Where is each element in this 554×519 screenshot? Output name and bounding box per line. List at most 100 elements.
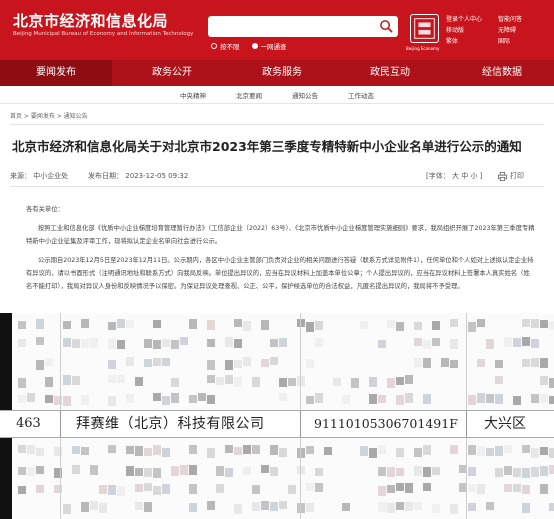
mosaic-block [342,395,350,404]
mosaic-block [459,465,467,473]
mosaic-block [18,467,26,475]
quick-link-accessibility[interactable]: 无障碍 [498,25,522,36]
mosaic-block [513,468,521,477]
mosaic-block [432,467,440,475]
mosaic-block [405,502,413,511]
radio-checked-icon [251,43,258,49]
quick-link-qa[interactable]: 智能问答 [498,14,522,25]
mosaic-block [99,485,107,494]
mosaic-block [144,359,152,367]
sub-nav-item[interactable]: 工作动态 [348,90,374,100]
mosaic-block [378,395,386,403]
mosaic-block [315,321,323,330]
mosaic-block [144,339,152,348]
mosaic-block [387,485,395,493]
nav-item-services[interactable]: 政务服务 [232,60,332,86]
mosaic-block [531,339,539,348]
mosaic-block [153,445,161,455]
site-title[interactable]: 北京市经济和信息化局 [13,10,168,31]
mosaic-block [234,377,242,387]
mosaic-block [18,486,26,494]
mosaic-block [279,501,287,509]
mosaic-block [18,321,26,329]
search-scope: 按不限 一网通查 [211,41,287,51]
mosaic-block [315,393,323,403]
mosaic-block [63,396,71,406]
mosaic-block [495,394,503,404]
mosaic-block [414,502,422,510]
mosaic-block [198,393,206,401]
mosaic-block [405,483,413,493]
mosaic-block [441,358,449,367]
mosaic-block [63,375,71,385]
nav-item-data[interactable]: 经信数据 [452,60,552,86]
mosaic-block [144,468,152,477]
mosaic-block [162,484,170,494]
mosaic-block [90,501,98,510]
mosaic-block [522,485,530,494]
mosaic-block [369,448,377,458]
mosaic-block [396,502,404,510]
breadcrumb[interactable]: 首页 > 要闻发布 > 通知公告 [10,111,88,120]
mosaic-block [288,485,296,494]
nav-item-interaction[interactable]: 政民互动 [340,60,440,86]
mosaic-block [144,483,152,491]
quick-link-international[interactable]: 国际 [498,36,522,47]
mosaic-block [531,394,539,403]
cell-divider [60,411,61,437]
scope-option-unified[interactable]: 一网通查 [251,41,287,51]
mosaic-block [117,319,125,328]
mosaic-block [468,467,476,476]
scope-option-all[interactable]: 按不限 [211,41,240,51]
mosaic-block [243,445,251,454]
sub-nav-item[interactable]: 通知公告 [292,90,318,100]
mosaic-block [126,357,134,366]
nav-item-openness[interactable]: 政务公开 [122,60,222,86]
mosaic-block [207,448,215,458]
mosaic-block [468,395,476,405]
font-size-small[interactable]: 小 [470,172,477,180]
search-input[interactable] [208,16,398,37]
font-size-medium[interactable]: 中 [461,172,468,180]
mosaic-block [549,503,554,511]
mosaic-block [45,358,53,366]
mosaic-block [261,320,269,330]
mosaic-block [108,396,116,406]
mosaic-block [216,377,224,385]
mosaic-block [450,339,458,349]
mosaic-block [531,319,539,328]
quick-link-login[interactable]: 登录个人中心 [446,14,482,25]
mosaic-block [414,466,422,476]
mosaic-block [513,338,521,347]
print-button[interactable]: 打印 [498,171,524,181]
search-icon[interactable] [379,19,394,34]
credit-code: 91110105306701491F [314,416,458,431]
mosaic-block [450,319,458,327]
mosaic-block [378,467,386,476]
mosaic-block [477,319,485,327]
quick-link-traditional[interactable]: 繁体 [446,36,482,47]
mosaic-block [162,339,170,347]
mosaic-block [495,468,503,477]
sub-nav-item[interactable]: 中央精神 [180,90,206,100]
mosaic-block [477,393,485,403]
mosaic-block [477,484,485,494]
mosaic-block [261,501,269,510]
seal-caption: Beijing Economy [406,46,440,51]
mosaic-block [405,393,413,403]
mosaic-block [378,340,386,348]
mosaic-block [162,358,170,366]
sub-nav-item[interactable]: 北京要闻 [236,90,262,100]
mosaic-block [270,467,278,476]
mosaic-block [225,360,233,370]
mosaic-block [405,375,413,384]
mosaic-block [252,445,260,454]
font-size-large[interactable]: 大 [452,172,459,180]
mosaic-block [522,319,530,327]
font-size-controls: [字体： 大 中 小 ] [426,172,483,180]
quick-link-mobile[interactable]: 移动版 [446,25,482,36]
mosaic-block [531,467,539,477]
mosaic-block [171,393,179,403]
nav-item-news[interactable]: 要闻发布 [0,60,112,86]
paragraph-1: 按照工业和信息化部《优质中小企业梯度培育管理暂行办法》（工信部企业〔2022〕6… [26,225,535,245]
